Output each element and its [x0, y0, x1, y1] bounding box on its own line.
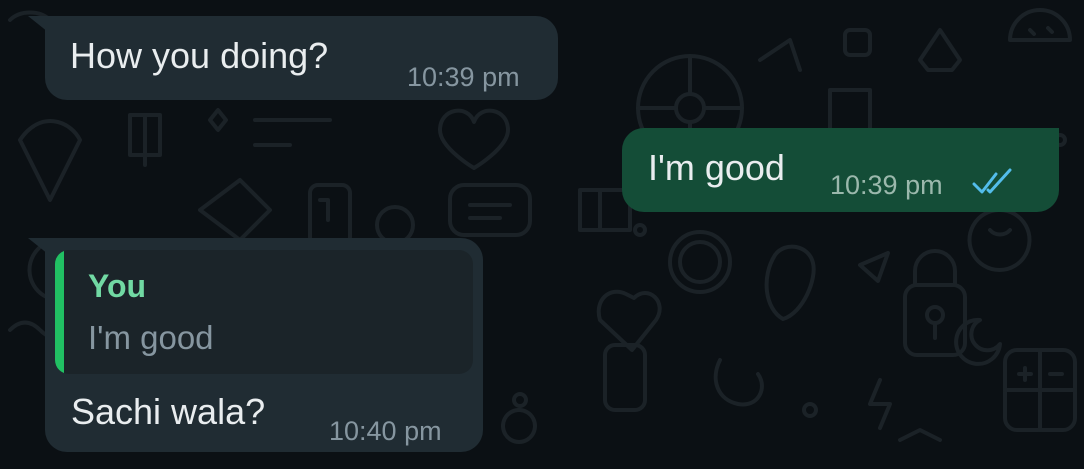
incoming-message-bubble[interactable]: How you doing? 10:39 pm — [45, 16, 558, 100]
message-text: Sachi wala? — [71, 391, 266, 432]
outgoing-message-bubble[interactable]: I'm good 10:39 pm — [622, 128, 1059, 212]
quoted-author: You — [88, 268, 147, 304]
quoted-message[interactable]: You I'm good — [55, 250, 473, 374]
message-timestamp: 10:40 pm — [329, 416, 442, 446]
incoming-reply-bubble[interactable]: You I'm good Sachi wala? 10:40 pm — [45, 238, 483, 452]
quote-accent-bar — [55, 250, 64, 374]
message-timestamp: 10:39 pm — [407, 62, 520, 92]
quoted-text: I'm good — [88, 319, 214, 356]
message-text: I'm good — [648, 147, 785, 188]
message-text: How you doing? — [70, 35, 329, 76]
double-check-icon — [972, 168, 1012, 194]
message-timestamp: 10:39 pm — [830, 170, 943, 200]
